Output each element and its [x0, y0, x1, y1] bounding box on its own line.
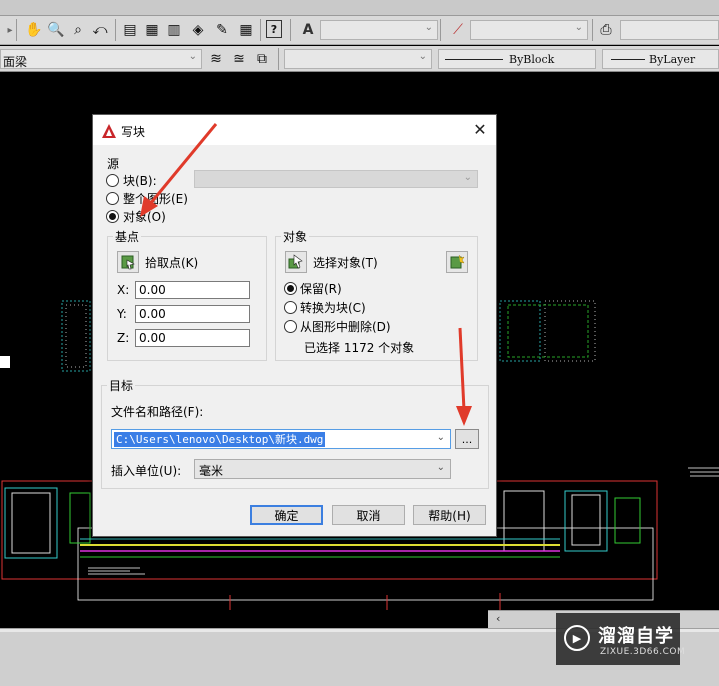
pan-icon[interactable]: ✋ — [24, 20, 44, 40]
layers-toolbar: 面梁 ⌄ ≋ ≊ ⧉ ⌄ ByBlock ByLayer — [0, 46, 719, 72]
play-logo-icon: ▶ — [564, 625, 590, 651]
properties-icon[interactable]: ▤ — [120, 20, 140, 40]
delete-from-drawing-radio[interactable] — [284, 320, 297, 333]
markup-icon[interactable]: ✎ — [212, 20, 232, 40]
z-input[interactable] — [135, 329, 250, 347]
select-objects-icon — [288, 254, 303, 269]
watermark-title: 溜溜自学 — [598, 626, 674, 647]
select-objects-button[interactable] — [285, 251, 307, 273]
toolbar-separator — [16, 19, 17, 41]
standard-toolbar: ▸ ✋ 🔍 ⌕ ⤺ ▤ ▦ ▥ ◈ ✎ ▦ ? A ⌄ ⟋ ⌄ ⎙ — [0, 16, 719, 45]
pick-point-icon — [121, 255, 135, 270]
pick-point-label: 拾取点(K) — [145, 256, 199, 270]
layer-combo-value: 面梁 — [3, 55, 28, 69]
close-icon[interactable]: ✕ — [470, 119, 490, 139]
plot-style-icon[interactable]: ⎙ — [596, 20, 616, 40]
scroll-left-icon[interactable]: ‹ — [496, 612, 500, 625]
watermark-url: ZIXUE.3D66.COM — [600, 647, 686, 657]
help-button[interactable]: 帮助(H) — [413, 505, 486, 525]
block-radio[interactable] — [106, 174, 119, 187]
block-name-combo: ⌄ — [194, 170, 478, 188]
toolbar-separator — [115, 19, 116, 41]
path-label: 文件名和路径(F): — [111, 405, 204, 419]
lineweight-combo[interactable]: ByLayer — [602, 49, 719, 69]
insert-units-value: 毫米 — [199, 464, 224, 478]
select-objects-label: 选择对象(T) — [313, 256, 378, 270]
autocad-logo-icon — [102, 124, 116, 138]
y-input[interactable] — [135, 305, 250, 323]
table-style-combo[interactable] — [620, 20, 719, 40]
sheet-set-icon[interactable]: ◈ — [188, 20, 208, 40]
base-point-group-label: 基点 — [113, 228, 142, 245]
zoom-realtime-icon[interactable]: 🔍 — [46, 20, 66, 40]
selected-count-text: 已选择 1172 个对象 — [304, 341, 415, 355]
help-icon[interactable]: ? — [266, 20, 282, 38]
objects-group-label: 对象 — [281, 228, 310, 245]
color-combo[interactable]: ⌄ — [284, 49, 432, 69]
toolbar-separator — [290, 19, 291, 41]
toolbar-separator — [440, 19, 441, 41]
ok-button[interactable]: 确定 — [250, 505, 323, 525]
cancel-button[interactable]: 取消 — [332, 505, 405, 525]
source-group-label: 源 — [107, 157, 120, 171]
entire-drawing-radio[interactable] — [106, 192, 119, 205]
wblock-dialog: 写块 ✕ 源 块(B): ⌄ 整个图形(E) 对象(O) 基点 拾取点(K) X… — [92, 114, 497, 537]
layer-previous-icon[interactable]: ⧉ — [252, 49, 272, 69]
dimension-style-icon[interactable]: ⟋ — [448, 20, 468, 40]
x-label: X: — [117, 283, 130, 297]
toolbar-separator — [260, 19, 261, 41]
layer-state-icon[interactable]: ≊ — [229, 49, 249, 69]
convert-to-block-radio[interactable] — [284, 301, 297, 314]
text-style-combo[interactable]: ⌄ — [320, 20, 438, 40]
dimension-style-combo[interactable]: ⌄ — [470, 20, 588, 40]
retain-radio-label[interactable]: 保留(R) — [300, 280, 342, 297]
y-label: Y: — [117, 307, 127, 321]
insert-units-select[interactable]: 毫米 ⌄ — [194, 459, 451, 479]
insert-units-label: 插入单位(U): — [111, 464, 182, 478]
toolbar-overflow-icon[interactable]: ▸ — [0, 20, 20, 40]
toolbar-separator — [592, 19, 593, 41]
layer-combo[interactable]: 面梁 ⌄ — [0, 49, 202, 69]
objects-radio-label[interactable]: 对象(O) — [123, 208, 166, 225]
design-center-icon[interactable]: ▦ — [142, 20, 162, 40]
top-toolbar-strip — [0, 0, 719, 16]
dialog-title-bar[interactable]: 写块 ✕ — [93, 115, 496, 145]
file-path-value: C:\Users\lenovo\Desktop\新块.dwg — [114, 432, 326, 447]
delete-from-drawing-radio-label[interactable]: 从图形中删除(D) — [300, 318, 391, 335]
calculator-icon[interactable]: ▦ — [236, 20, 256, 40]
lineweight-preview — [611, 59, 645, 60]
tool-palettes-icon[interactable]: ▥ — [164, 20, 184, 40]
entire-drawing-radio-label[interactable]: 整个图形(E) — [123, 190, 188, 207]
lineweight-value: ByLayer — [649, 53, 696, 66]
zoom-previous-icon[interactable]: ⤺ — [90, 20, 110, 40]
objects-radio[interactable] — [106, 210, 119, 223]
quick-select-icon — [450, 254, 465, 269]
destination-group-label: 目标 — [107, 377, 136, 394]
x-input[interactable] — [135, 281, 250, 299]
file-path-combo[interactable]: C:\Users\lenovo\Desktop\新块.dwg ⌄ — [111, 429, 451, 449]
linetype-combo[interactable]: ByBlock — [438, 49, 596, 69]
browse-button[interactable]: ... — [455, 429, 479, 449]
z-label: Z: — [117, 331, 130, 345]
block-radio-label[interactable]: 块(B): — [123, 172, 157, 189]
layer-manager-icon[interactable]: ≋ — [206, 49, 226, 69]
retain-radio[interactable] — [284, 282, 297, 295]
linetype-preview — [445, 59, 503, 60]
watermark: ▶ 溜溜自学 ZIXUE.3D66.COM — [556, 613, 685, 665]
text-style-icon[interactable]: A — [298, 20, 318, 40]
dialog-title: 写块 — [121, 125, 146, 139]
pick-point-button[interactable] — [117, 251, 139, 273]
linetype-value: ByBlock — [509, 53, 555, 66]
quick-select-button[interactable] — [446, 251, 468, 273]
zoom-window-icon[interactable]: ⌕ — [68, 20, 88, 40]
convert-to-block-radio-label[interactable]: 转换为块(C) — [300, 299, 366, 316]
toolbar-separator — [278, 48, 279, 70]
